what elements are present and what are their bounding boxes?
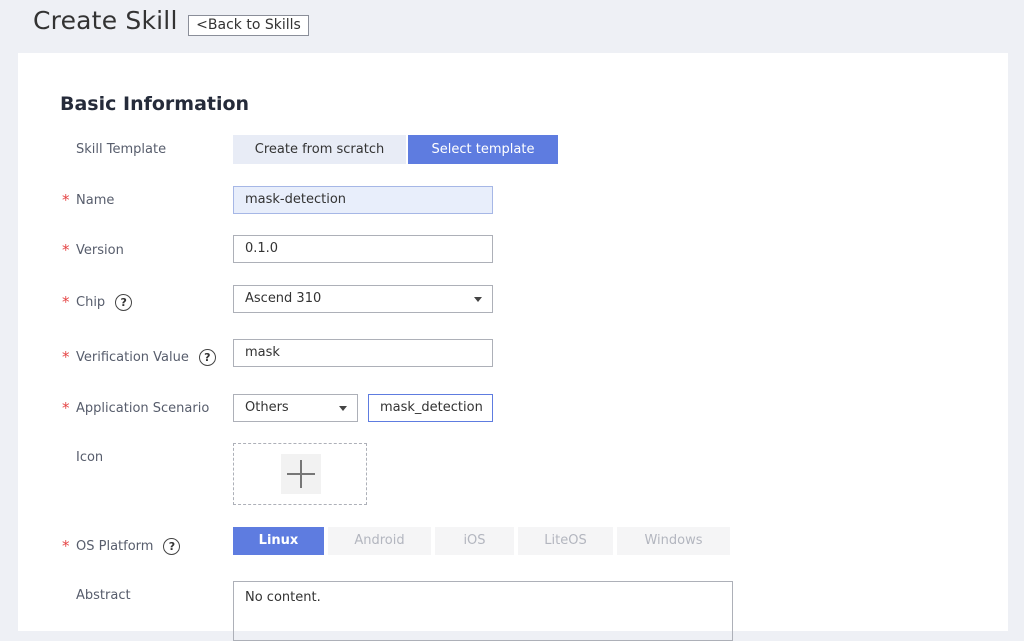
version-label-text: Version xyxy=(76,242,124,258)
os-android-button[interactable]: Android xyxy=(328,527,431,555)
os-platform-label: * OS Platform ? xyxy=(62,537,181,555)
required-marker: * xyxy=(62,293,70,311)
abstract-textarea[interactable]: No content. xyxy=(233,581,733,641)
back-to-skills-button[interactable]: <Back to Skills xyxy=(188,15,309,36)
application-scenario-label-text: Application Scenario xyxy=(76,400,210,416)
os-liteos-button[interactable]: LiteOS xyxy=(518,527,613,555)
plus-icon xyxy=(281,454,321,494)
os-linux-button[interactable]: Linux xyxy=(233,527,324,555)
chip-select[interactable]: Ascend 310 xyxy=(233,285,493,313)
chip-label-text: Chip xyxy=(76,294,106,310)
application-scenario-select[interactable]: Others xyxy=(233,394,358,422)
skill-template-label-text: Skill Template xyxy=(76,142,167,157)
name-input[interactable]: mask-detection xyxy=(233,186,493,214)
verification-value-label-text: Verification Value xyxy=(76,349,189,365)
version-input[interactable]: 0.1.0 xyxy=(233,235,493,263)
icon-label-text: Icon xyxy=(76,450,104,465)
page-header: Create Skill <Back to Skills xyxy=(0,0,1024,52)
version-label: * Version xyxy=(62,241,124,259)
required-marker: * xyxy=(62,191,70,209)
name-label: * Name xyxy=(62,191,115,209)
abstract-label-text: Abstract xyxy=(76,588,131,603)
required-marker: * xyxy=(62,537,70,555)
help-icon[interactable]: ? xyxy=(198,348,216,366)
icon-upload-area[interactable] xyxy=(233,443,367,505)
application-scenario-custom-input[interactable]: mask_detection xyxy=(368,394,493,422)
verification-value-input[interactable]: mask xyxy=(233,339,493,367)
select-template-button[interactable]: Select template xyxy=(408,135,558,164)
skill-template-label: Skill Template xyxy=(76,142,166,157)
required-marker: * xyxy=(62,348,70,366)
section-title: Basic Information xyxy=(60,93,250,115)
create-from-scratch-button[interactable]: Create from scratch xyxy=(233,135,406,164)
chip-select-value: Ascend 310 xyxy=(245,291,322,306)
name-label-text: Name xyxy=(76,192,115,208)
chevron-down-icon xyxy=(474,297,482,302)
os-ios-button[interactable]: iOS xyxy=(435,527,514,555)
chip-label: * Chip ? xyxy=(62,293,133,311)
page-title: Create Skill xyxy=(33,6,178,35)
help-icon[interactable]: ? xyxy=(163,537,181,555)
abstract-label: Abstract xyxy=(76,588,131,603)
required-marker: * xyxy=(62,399,70,417)
application-scenario-label: * Application Scenario xyxy=(62,399,210,417)
application-scenario-select-value: Others xyxy=(245,400,289,415)
form-panel: Basic Information Skill Template Create … xyxy=(18,53,1008,641)
chevron-down-icon xyxy=(339,406,347,411)
icon-label: Icon xyxy=(76,450,103,465)
verification-value-label: * Verification Value ? xyxy=(62,348,216,366)
help-icon[interactable]: ? xyxy=(115,293,133,311)
os-platform-label-text: OS Platform xyxy=(76,538,154,554)
required-marker: * xyxy=(62,241,70,259)
os-windows-button[interactable]: Windows xyxy=(617,527,730,555)
